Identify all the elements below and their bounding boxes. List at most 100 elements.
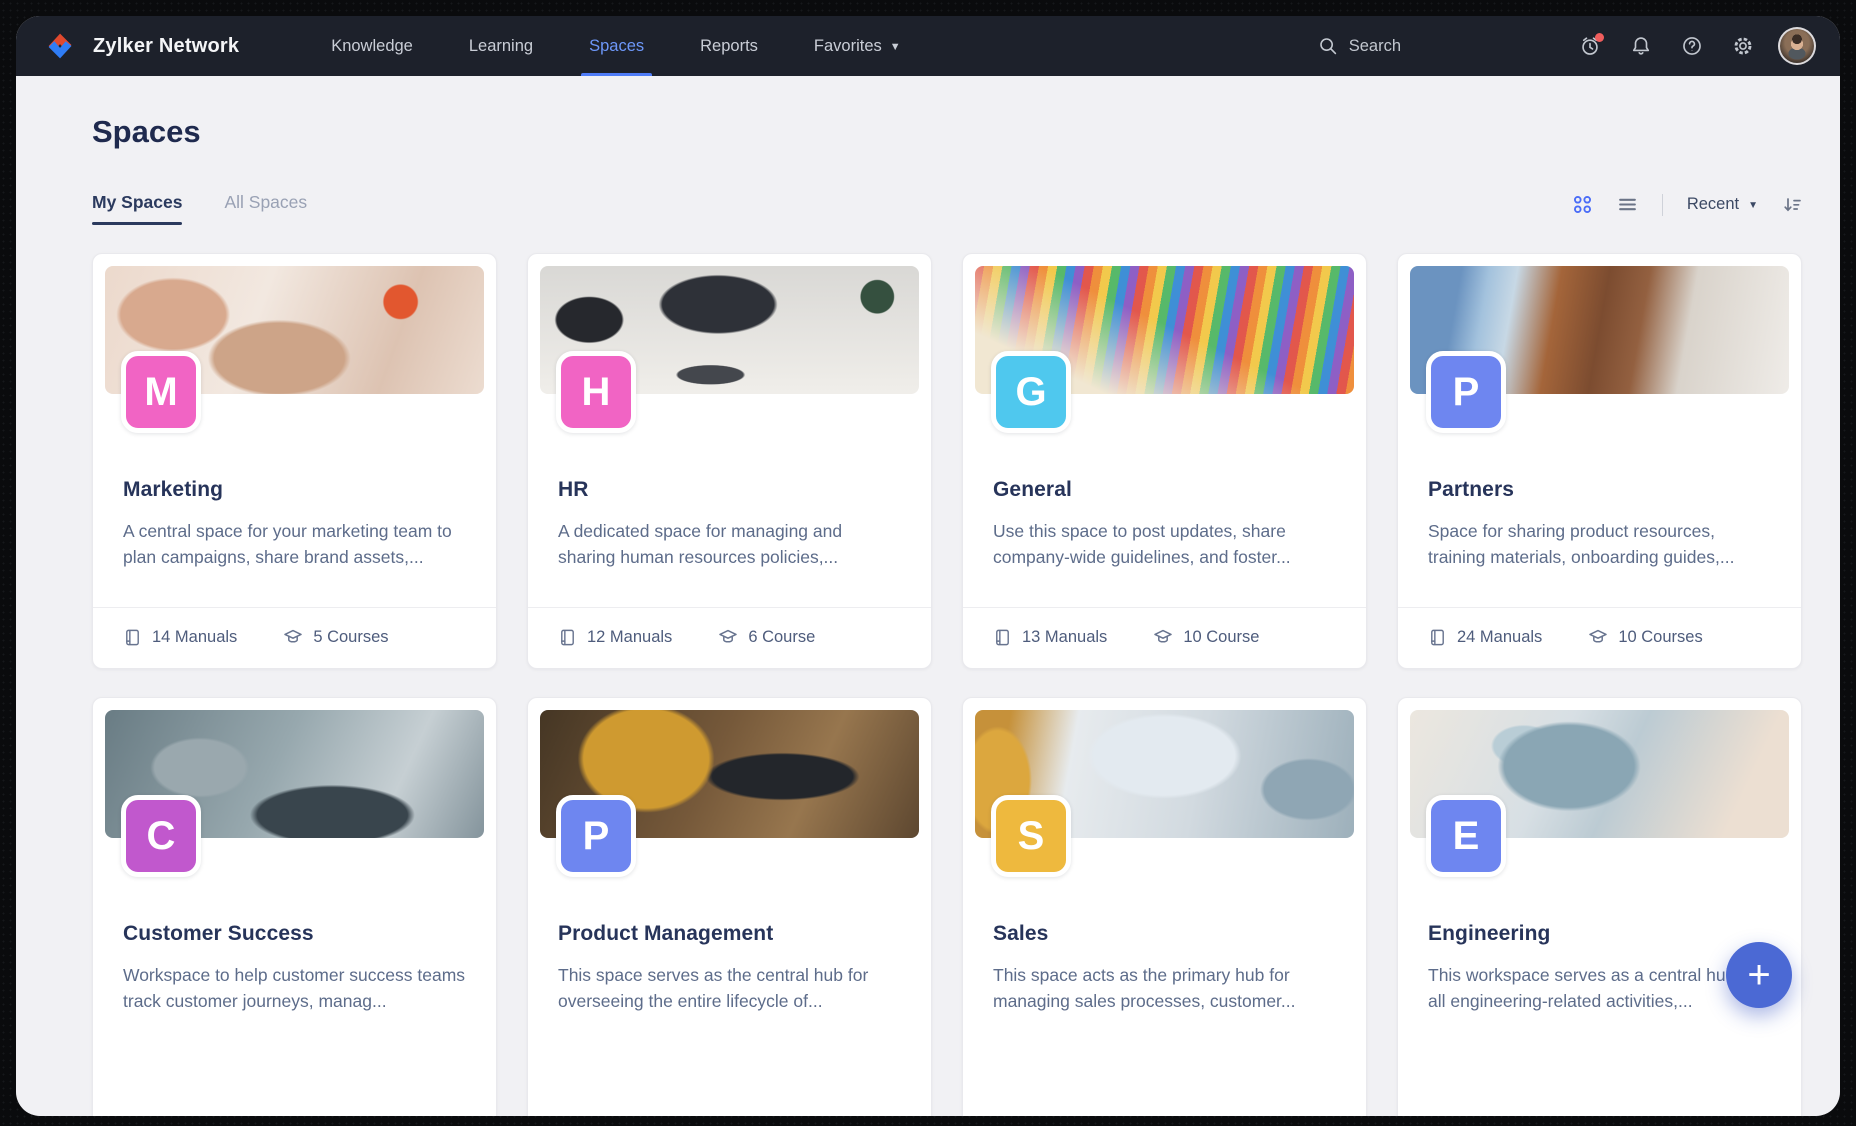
space-card[interactable]: E Engineering This workspace serves as a… bbox=[1397, 697, 1802, 1116]
sort-order-button[interactable] bbox=[1782, 195, 1802, 215]
nav-item-label: Knowledge bbox=[331, 37, 413, 56]
spaces-page: Spaces My Spaces All Spaces bbox=[16, 76, 1840, 1116]
space-letter-badge: H bbox=[556, 351, 636, 433]
nav-item-label: Spaces bbox=[589, 37, 644, 56]
help-button[interactable] bbox=[1681, 35, 1703, 57]
zylker-logo-icon bbox=[42, 27, 80, 65]
manual-book-icon bbox=[993, 628, 1012, 647]
courses-count: 6 Course bbox=[748, 628, 815, 647]
nav-item[interactable]: Learning ▼ bbox=[441, 16, 561, 76]
grid-view-button[interactable] bbox=[1572, 194, 1593, 215]
sort-dropdown[interactable]: Recent ▼ bbox=[1687, 195, 1758, 214]
question-circle-icon bbox=[1681, 35, 1703, 57]
space-letter-badge: G bbox=[991, 351, 1071, 433]
space-card-body: Sales This space acts as the primary hub… bbox=[963, 922, 1366, 1015]
space-title: Engineering bbox=[1428, 922, 1771, 946]
space-letter-badge: E bbox=[1426, 795, 1506, 877]
spaces-tab[interactable]: My Spaces bbox=[92, 192, 182, 225]
space-letter: G bbox=[1015, 370, 1046, 415]
divider bbox=[1662, 194, 1663, 216]
notification-dot bbox=[1595, 33, 1604, 42]
space-description: Use this space to post updates, share co… bbox=[993, 518, 1336, 571]
manuals-stat: 13 Manuals bbox=[993, 628, 1107, 647]
space-description: This space acts as the primary hub for m… bbox=[993, 962, 1336, 1015]
nav-actions bbox=[1579, 35, 1754, 57]
nav-item[interactable]: Reports ▼ bbox=[672, 16, 786, 76]
manual-book-icon bbox=[558, 628, 577, 647]
space-card-body: Customer Success Workspace to help custo… bbox=[93, 922, 496, 1015]
chevron-down-icon: ▼ bbox=[890, 41, 901, 53]
space-description: This workspace serves as a central hub f… bbox=[1428, 962, 1771, 1015]
space-card[interactable]: P Partners Space for sharing product res… bbox=[1397, 253, 1802, 669]
space-card-footer: 24 Manuals 10 Courses bbox=[1398, 607, 1801, 668]
view-controls: Recent ▼ bbox=[1572, 194, 1802, 224]
space-card[interactable]: P Product Management This space serves a… bbox=[527, 697, 932, 1116]
space-letter-badge: S bbox=[991, 795, 1071, 877]
user-avatar[interactable] bbox=[1778, 27, 1816, 65]
space-description: Space for sharing product resources, tra… bbox=[1428, 518, 1771, 571]
space-description: A dedicated space for managing and shari… bbox=[558, 518, 901, 571]
space-title: Product Management bbox=[558, 922, 901, 946]
space-letter-badge: P bbox=[1426, 351, 1506, 433]
brand-name: Zylker Network bbox=[93, 35, 239, 58]
space-title: Partners bbox=[1428, 478, 1771, 502]
spaces-tab-label: All Spaces bbox=[224, 192, 307, 212]
list-view-icon bbox=[1617, 194, 1638, 215]
reminders-button[interactable] bbox=[1579, 35, 1601, 57]
space-description: This space serves as the central hub for… bbox=[558, 962, 901, 1015]
courses-count: 5 Courses bbox=[313, 628, 388, 647]
search-button[interactable]: Search bbox=[1318, 36, 1401, 56]
nav-item[interactable]: Knowledge ▼ bbox=[303, 16, 441, 76]
notifications-button[interactable] bbox=[1630, 35, 1652, 57]
manual-book-icon bbox=[123, 628, 142, 647]
space-letter: E bbox=[1453, 814, 1480, 859]
space-card[interactable]: H HR A dedicated space for managing and … bbox=[527, 253, 932, 669]
primary-nav: Knowledge ▼ Learning ▼ Spaces ▼ Rep bbox=[303, 16, 928, 76]
space-description: Workspace to help customer success teams… bbox=[123, 962, 466, 1015]
course-cap-icon bbox=[1588, 627, 1608, 647]
space-card[interactable]: C Customer Success Workspace to help cus… bbox=[92, 697, 497, 1116]
courses-count: 10 Courses bbox=[1618, 628, 1702, 647]
app-screen: Zylker Network Knowledge ▼ Learning ▼ Sp… bbox=[0, 0, 1856, 1126]
grid-view-icon bbox=[1572, 194, 1593, 215]
page-title: Spaces bbox=[92, 114, 1802, 150]
create-space-button[interactable]: + bbox=[1726, 942, 1792, 1008]
space-card[interactable]: G General Use this space to post updates… bbox=[962, 253, 1367, 669]
nav-item[interactable]: Favorites ▼ bbox=[786, 16, 929, 76]
manual-book-icon bbox=[1428, 628, 1447, 647]
list-view-button[interactable] bbox=[1617, 194, 1638, 215]
space-card[interactable]: M Marketing A central space for your mar… bbox=[92, 253, 497, 669]
spaces-tab[interactable]: All Spaces bbox=[224, 192, 307, 225]
space-title: General bbox=[993, 478, 1336, 502]
manuals-count: 13 Manuals bbox=[1022, 628, 1107, 647]
courses-stat: 10 Course bbox=[1153, 627, 1259, 647]
manuals-stat: 24 Manuals bbox=[1428, 628, 1542, 647]
space-letter: S bbox=[1018, 814, 1045, 859]
space-title: Sales bbox=[993, 922, 1336, 946]
manuals-count: 14 Manuals bbox=[152, 628, 237, 647]
space-title: HR bbox=[558, 478, 901, 502]
space-card-footer: 13 Manuals 10 Course bbox=[963, 607, 1366, 668]
courses-stat: 5 Courses bbox=[283, 627, 388, 647]
course-cap-icon bbox=[1153, 627, 1173, 647]
space-letter: M bbox=[144, 370, 177, 415]
plus-icon: + bbox=[1747, 955, 1770, 995]
space-card[interactable]: S Sales This space acts as the primary h… bbox=[962, 697, 1367, 1116]
courses-stat: 6 Course bbox=[718, 627, 815, 647]
top-navbar: Zylker Network Knowledge ▼ Learning ▼ Sp… bbox=[16, 16, 1840, 76]
space-title: Customer Success bbox=[123, 922, 466, 946]
chevron-down-icon: ▼ bbox=[1748, 200, 1758, 211]
space-card-footer: 14 Manuals 5 Courses bbox=[93, 607, 496, 668]
bell-icon bbox=[1630, 35, 1652, 57]
settings-button[interactable] bbox=[1732, 35, 1754, 57]
space-card-body: Partners Space for sharing product resou… bbox=[1398, 478, 1801, 571]
manuals-stat: 12 Manuals bbox=[558, 628, 672, 647]
nav-item-label: Learning bbox=[469, 37, 533, 56]
nav-item-label: Favorites bbox=[814, 37, 882, 56]
search-icon bbox=[1318, 36, 1338, 56]
nav-item[interactable]: Spaces ▼ bbox=[561, 16, 672, 76]
manuals-count: 24 Manuals bbox=[1457, 628, 1542, 647]
space-letter: P bbox=[1453, 370, 1480, 415]
space-card-body: Marketing A central space for your marke… bbox=[93, 478, 496, 571]
space-card-body: Product Management This space serves as … bbox=[528, 922, 931, 1015]
